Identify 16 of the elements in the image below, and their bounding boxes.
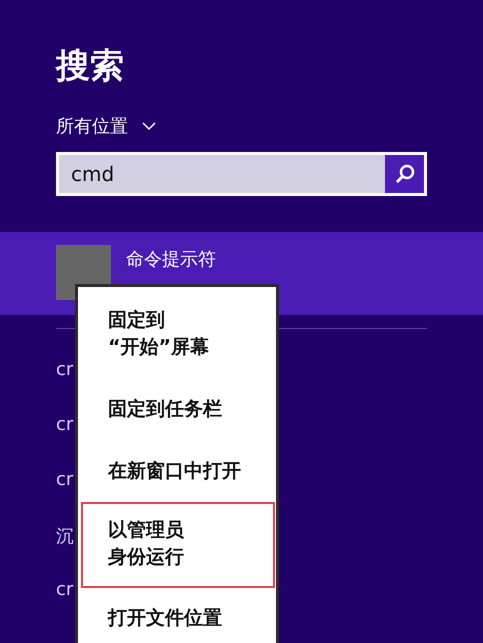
scope-dropdown[interactable]: 所有位置 [56, 114, 128, 138]
search-button[interactable] [385, 155, 424, 193]
search-result[interactable]: 沉 [56, 524, 74, 548]
search-box[interactable]: cmd [56, 152, 427, 196]
menu-item[interactable]: 打开文件位置 [81, 603, 275, 634]
menu-item[interactable]: 以管理员 身份运行 [81, 502, 275, 588]
menu-item[interactable]: 固定到任务栏 [81, 394, 275, 425]
menu-item[interactable]: 在新窗口中打开 [81, 456, 275, 487]
search-icon [394, 163, 416, 185]
search-result[interactable]: cr [56, 414, 74, 435]
page-title: 搜索 [56, 45, 125, 88]
search-result[interactable]: cr [56, 579, 74, 600]
search-result[interactable]: cr [56, 469, 74, 490]
chevron-down-icon[interactable] [142, 122, 156, 130]
search-result[interactable]: cr [56, 359, 74, 380]
search-field[interactable]: cmd [59, 155, 385, 193]
